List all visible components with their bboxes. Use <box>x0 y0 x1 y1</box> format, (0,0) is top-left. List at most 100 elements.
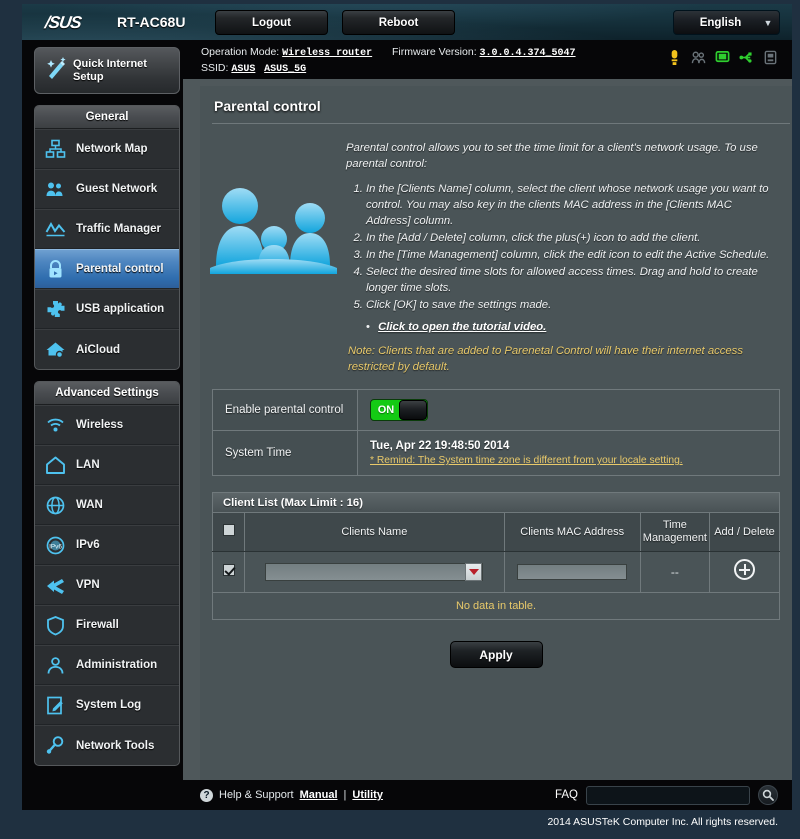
sidebar-item-vpn[interactable]: VPN <box>35 565 179 605</box>
utility-link[interactable]: Utility <box>352 789 383 801</box>
language-selector[interactable]: English ▼ <box>673 10 780 35</box>
guest-network-icon <box>45 179 76 200</box>
sidebar-item-label: USB application <box>76 303 165 315</box>
sidebar-item-wan[interactable]: WAN <box>35 485 179 525</box>
system-time-value: Tue, Apr 22 19:48:50 2014 <box>370 440 510 452</box>
clients-name-dropdown-button[interactable] <box>465 563 483 581</box>
footer-bar: ? Help & Support Manual | Utility FAQ <box>22 780 792 810</box>
firewall-icon <box>45 615 76 636</box>
help-support-label[interactable]: Help & Support <box>219 789 294 801</box>
sidebar-item-administration[interactable]: Administration <box>35 645 179 685</box>
reboot-button[interactable]: Reboot <box>342 10 455 35</box>
traffic-manager-icon <box>45 219 76 240</box>
network-map-icon <box>45 139 76 160</box>
language-selected-label: English <box>699 16 742 29</box>
sidebar-item-wireless[interactable]: Wireless <box>35 405 179 445</box>
tutorial-video-link[interactable]: Click to open the tutorial video. <box>378 321 546 333</box>
apply-button[interactable]: Apply <box>449 641 543 668</box>
sidebar-item-label: IPv6 <box>76 539 100 551</box>
sidebar-item-label: Network Tools <box>76 739 155 752</box>
clients-name-input[interactable] <box>265 563 484 581</box>
asus-logo: /SUS <box>43 13 83 32</box>
ssid-label: SSID: <box>201 62 229 74</box>
parental-control-card: Parental control Parental control allows… <box>200 86 792 780</box>
sidebar-item-label: Traffic Manager <box>76 223 161 235</box>
system-time-remind-link[interactable]: * Remind: The System time zone is differ… <box>370 455 767 466</box>
footer-separator: | <box>343 789 347 801</box>
usb-application-icon <box>45 299 76 320</box>
instruction-step: In the [Add / Delete] column, click the … <box>366 230 778 246</box>
sidebar-item-guest-network[interactable]: Guest Network <box>35 169 179 209</box>
help-question-icon[interactable]: ? <box>200 788 213 802</box>
sidebar-item-ipv6[interactable]: IPv6 IPv6 <box>35 525 179 565</box>
sidebar-item-label: AiCloud <box>76 343 121 356</box>
sidebar-item-lan[interactable]: LAN <box>35 445 179 485</box>
intro-section: Parental control allows you to set the t… <box>200 124 792 375</box>
table-row: -- <box>212 551 780 593</box>
enable-parental-control-cell: ON <box>357 389 780 431</box>
add-delete-header: Add / Delete <box>709 513 780 552</box>
sidebar-item-network-map[interactable]: Network Map <box>35 129 179 169</box>
toggle-knob <box>399 400 427 420</box>
sidebar-item-label: VPN <box>76 579 100 591</box>
sidebar-item-aicloud[interactable]: AiCloud <box>35 329 179 369</box>
menu-group-advanced-settings: Advanced Settings Wireless LAN WAN IPv6 … <box>34 381 180 766</box>
menu-group-general-title: General <box>35 106 179 129</box>
time-management-header: Time Management <box>640 513 711 552</box>
manual-link[interactable]: Manual <box>300 789 338 801</box>
sidebar-item-label: Guest Network <box>76 183 158 195</box>
sidebar-item-traffic-manager[interactable]: Traffic Manager <box>35 209 179 249</box>
system-time-label: System Time <box>212 430 358 476</box>
parental-control-toggle[interactable]: ON <box>370 399 428 421</box>
sidebar-item-parental-control[interactable]: Parental control <box>35 249 179 289</box>
enable-parental-control-label: Enable parental control <box>212 389 358 431</box>
firmware-value[interactable]: 3.0.0.4.374_5047 <box>480 48 576 59</box>
sidebar-item-label: WAN <box>76 499 103 511</box>
operation-mode-value[interactable]: Wireless router <box>282 48 372 59</box>
sidebar-item-network-tools[interactable]: Network Tools <box>35 725 179 765</box>
administration-icon <box>45 655 76 676</box>
settings-table: Enable parental control ON System Time T… <box>212 389 780 476</box>
ssid-5g-value[interactable]: ASUS_5G <box>264 64 306 75</box>
usb-icon[interactable] <box>739 49 754 66</box>
family-illustration <box>206 140 346 375</box>
wan-icon <box>45 495 76 516</box>
top-bar: /SUS RT-AC68U Logout Reboot English ▼ <box>22 4 792 40</box>
search-icon[interactable] <box>758 785 778 805</box>
ipv6-icon: IPv6 <box>45 535 76 556</box>
sidebar-navigation: Quick Internet Setup General Network Map <box>22 40 183 780</box>
quick-internet-setup-button[interactable]: Quick Internet Setup <box>34 47 180 94</box>
add-delete-cell <box>709 551 780 593</box>
warning-icon[interactable] <box>667 49 682 66</box>
logout-button[interactable]: Logout <box>215 10 328 35</box>
printer-icon[interactable] <box>763 49 778 66</box>
select-all-checkbox[interactable] <box>222 524 235 536</box>
sidebar-item-label: Firewall <box>76 619 119 631</box>
sidebar-item-system-log[interactable]: System Log <box>35 685 179 725</box>
wireless-icon <box>45 415 76 436</box>
toggle-state-label: ON <box>377 404 395 416</box>
ssid-2g-value[interactable]: ASUS <box>231 64 255 75</box>
sidebar-item-label: Network Map <box>76 143 148 155</box>
instruction-list: In the [Clients Name] column, select the… <box>366 181 778 313</box>
sidebar-item-usb-application[interactable]: USB application <box>35 289 179 329</box>
client-list-header: Client List (Max Limit : 16) <box>212 492 780 513</box>
row-checkbox[interactable] <box>222 564 235 576</box>
tutorial-video-row: • Click to open the tutorial video. <box>366 321 778 333</box>
lan-icon <box>45 455 76 476</box>
clients-mac-input[interactable] <box>517 564 628 580</box>
faq-search-input[interactable] <box>586 785 750 805</box>
sidebar-item-label: Parental control <box>76 263 164 275</box>
main-content-panel: Parental control Parental control allows… <box>183 79 792 780</box>
row-select-cell <box>212 551 245 593</box>
sidebar-item-label: Wireless <box>76 419 124 431</box>
monitor-icon[interactable] <box>715 49 730 66</box>
settings-row-system-time: System Time Tue, Apr 22 19:48:50 2014 * … <box>212 430 780 476</box>
plus-circle-icon[interactable] <box>734 559 755 580</box>
sidebar-item-firewall[interactable]: Firewall <box>35 605 179 645</box>
system-time-cell: Tue, Apr 22 19:48:50 2014 * Remind: The … <box>357 430 780 476</box>
faq-label: FAQ <box>554 789 578 801</box>
sidebar-item-label: Administration <box>76 659 158 671</box>
clients-mac-header: Clients MAC Address <box>504 513 641 552</box>
clients-icon[interactable] <box>691 49 706 66</box>
